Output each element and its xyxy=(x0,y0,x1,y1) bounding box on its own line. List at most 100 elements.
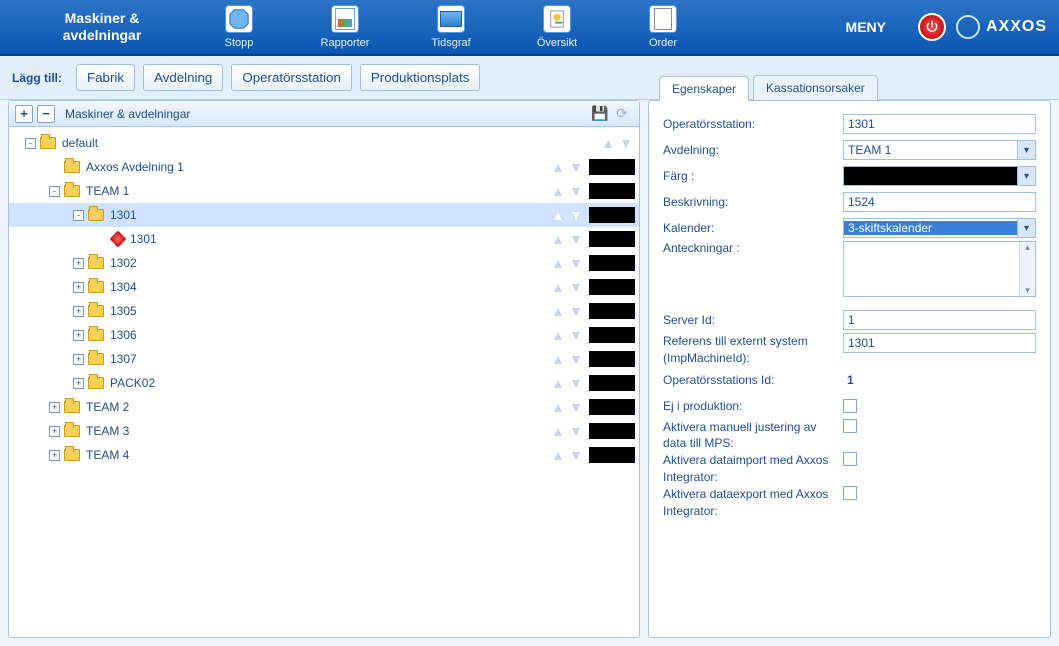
move-down-icon[interactable]: ▼ xyxy=(567,447,585,463)
checkbox-aktexport[interactable] xyxy=(843,486,857,500)
move-up-icon[interactable]: ▲ xyxy=(549,231,567,247)
tab-kassationsorsaker[interactable]: Kassationsorsaker xyxy=(753,75,878,100)
move-down-icon[interactable]: ▼ xyxy=(567,303,585,319)
move-up-icon[interactable]: ▲ xyxy=(549,327,567,343)
textarea-anteckningar[interactable]: ▴▾ xyxy=(843,241,1036,297)
collapse-icon[interactable]: - xyxy=(73,210,84,221)
refresh-icon[interactable]: ⟳ xyxy=(611,105,633,123)
expand-icon[interactable]: + xyxy=(49,450,60,461)
move-up-icon[interactable]: ▲ xyxy=(549,351,567,367)
tree-row[interactable]: +TEAM 3▲▼ xyxy=(9,419,639,443)
input-serverid[interactable] xyxy=(843,310,1036,330)
expand-all-button[interactable]: + xyxy=(15,105,33,123)
save-icon[interactable]: 💾 xyxy=(589,105,611,123)
add-produktionsplats-button[interactable]: Produktionsplats xyxy=(360,64,481,91)
tree-row[interactable]: +1306▲▼ xyxy=(9,323,639,347)
move-down-icon[interactable]: ▼ xyxy=(567,279,585,295)
move-down-icon[interactable]: ▼ xyxy=(567,159,585,175)
nav-tidsgraf[interactable]: Tidsgraf xyxy=(416,5,486,49)
add-fabrik-button[interactable]: Fabrik xyxy=(76,64,135,91)
expand-icon[interactable]: + xyxy=(49,426,60,437)
expand-icon xyxy=(49,162,60,173)
tree-row[interactable]: +1307▲▼ xyxy=(9,347,639,371)
move-down-icon[interactable]: ▼ xyxy=(567,375,585,391)
tree-row-label: 1304 xyxy=(110,280,137,294)
tree-row[interactable]: +1302▲▼ xyxy=(9,251,639,275)
move-up-icon[interactable]: ▲ xyxy=(549,447,567,463)
tree-row[interactable]: -1301▲▼ xyxy=(9,203,639,227)
tree-row[interactable]: +PACK02▲▼ xyxy=(9,371,639,395)
move-up-icon[interactable]: ▲ xyxy=(549,183,567,199)
move-up-icon[interactable]: ▲ xyxy=(549,207,567,223)
nav-oversikt[interactable]: Översikt xyxy=(522,5,592,49)
label-operatorsstation: Operatörsstation: xyxy=(663,117,843,131)
move-up-icon[interactable]: ▲ xyxy=(599,135,617,151)
folder-icon xyxy=(88,377,104,389)
expand-icon[interactable]: + xyxy=(73,258,84,269)
select-avdelning[interactable]: TEAM 1 ▾ xyxy=(843,140,1036,160)
checkbox-aktimport[interactable] xyxy=(843,452,857,466)
color-picker-farg[interactable]: ▾ xyxy=(843,166,1036,186)
chevron-down-icon: ▾ xyxy=(1017,141,1035,159)
redacted-block xyxy=(589,351,635,367)
move-down-icon[interactable]: ▼ xyxy=(567,231,585,247)
input-referens[interactable] xyxy=(843,333,1036,353)
folder-icon xyxy=(64,425,80,437)
move-down-icon[interactable]: ▼ xyxy=(567,327,585,343)
tree-row[interactable]: Axxos Avdelning 1▲▼ xyxy=(9,155,639,179)
tree-view[interactable]: -default▲▼ Axxos Avdelning 1▲▼-TEAM 1▲▼-… xyxy=(9,127,639,637)
chevron-down-icon: ▾ xyxy=(1017,219,1035,237)
label-avdelning: Avdelning: xyxy=(663,143,843,157)
tree-row[interactable]: +1304 ▲▼ xyxy=(9,275,639,299)
tree-panel: + − Maskiner & avdelningar 💾 ⟳ -default▲… xyxy=(8,100,640,638)
tree-row[interactable]: -TEAM 1▲▼ xyxy=(9,179,639,203)
menu-button[interactable]: MENY xyxy=(824,19,908,35)
select-kalender[interactable]: 3-skiftskalender ▾ xyxy=(843,218,1036,238)
report-icon xyxy=(331,5,359,33)
tree-row[interactable]: +TEAM 2▲▼ xyxy=(9,395,639,419)
move-down-icon[interactable]: ▼ xyxy=(567,423,585,439)
checkbox-ejiprod[interactable] xyxy=(843,399,857,413)
move-down-icon[interactable]: ▼ xyxy=(567,207,585,223)
tree-row[interactable]: -default▲▼ xyxy=(9,131,639,155)
tree-row[interactable]: 1301▲▼ xyxy=(9,227,639,251)
move-down-icon[interactable]: ▼ xyxy=(617,135,635,151)
collapse-icon[interactable]: - xyxy=(49,186,60,197)
nav-stopp[interactable]: Stopp xyxy=(204,5,274,49)
move-down-icon[interactable]: ▼ xyxy=(567,399,585,415)
expand-icon[interactable]: + xyxy=(73,354,84,365)
collapse-all-button[interactable]: − xyxy=(37,105,55,123)
expand-icon[interactable]: + xyxy=(73,330,84,341)
folder-icon xyxy=(88,305,104,317)
move-up-icon[interactable]: ▲ xyxy=(549,159,567,175)
add-avdelning-button[interactable]: Avdelning xyxy=(143,64,223,91)
move-up-icon[interactable]: ▲ xyxy=(549,399,567,415)
expand-icon[interactable]: + xyxy=(73,282,84,293)
nav-label: Order xyxy=(649,37,677,49)
tab-strip: Egenskaper Kassationsorsaker xyxy=(649,75,888,100)
move-down-icon[interactable]: ▼ xyxy=(567,183,585,199)
tab-egenskaper[interactable]: Egenskaper xyxy=(659,76,749,101)
nav-rapporter[interactable]: Rapporter xyxy=(310,5,380,49)
move-up-icon[interactable]: ▲ xyxy=(549,423,567,439)
tree-row[interactable]: +TEAM 4▲▼ xyxy=(9,443,639,467)
move-up-icon[interactable]: ▲ xyxy=(549,375,567,391)
input-beskrivning[interactable] xyxy=(843,192,1036,212)
scrollbar[interactable]: ▴▾ xyxy=(1019,242,1035,296)
expand-icon[interactable]: + xyxy=(73,306,84,317)
power-button[interactable] xyxy=(918,13,946,41)
tree-row[interactable]: +1305▲▼ xyxy=(9,299,639,323)
move-down-icon[interactable]: ▼ xyxy=(567,351,585,367)
properties-form: Operatörsstation: Avdelning: TEAM 1 ▾ Fä… xyxy=(649,101,1050,529)
expand-icon[interactable]: + xyxy=(49,402,60,413)
expand-icon[interactable]: + xyxy=(73,378,84,389)
collapse-icon[interactable]: - xyxy=(25,138,36,149)
move-up-icon[interactable]: ▲ xyxy=(549,255,567,271)
nav-order[interactable]: Order xyxy=(628,5,698,49)
add-operatorsstation-button[interactable]: Operatörsstation xyxy=(231,64,352,91)
input-operatorsstation[interactable] xyxy=(843,114,1036,134)
checkbox-aktmanuell[interactable] xyxy=(843,419,857,433)
move-up-icon[interactable]: ▲ xyxy=(549,279,567,295)
move-down-icon[interactable]: ▼ xyxy=(567,255,585,271)
move-up-icon[interactable]: ▲ xyxy=(549,303,567,319)
